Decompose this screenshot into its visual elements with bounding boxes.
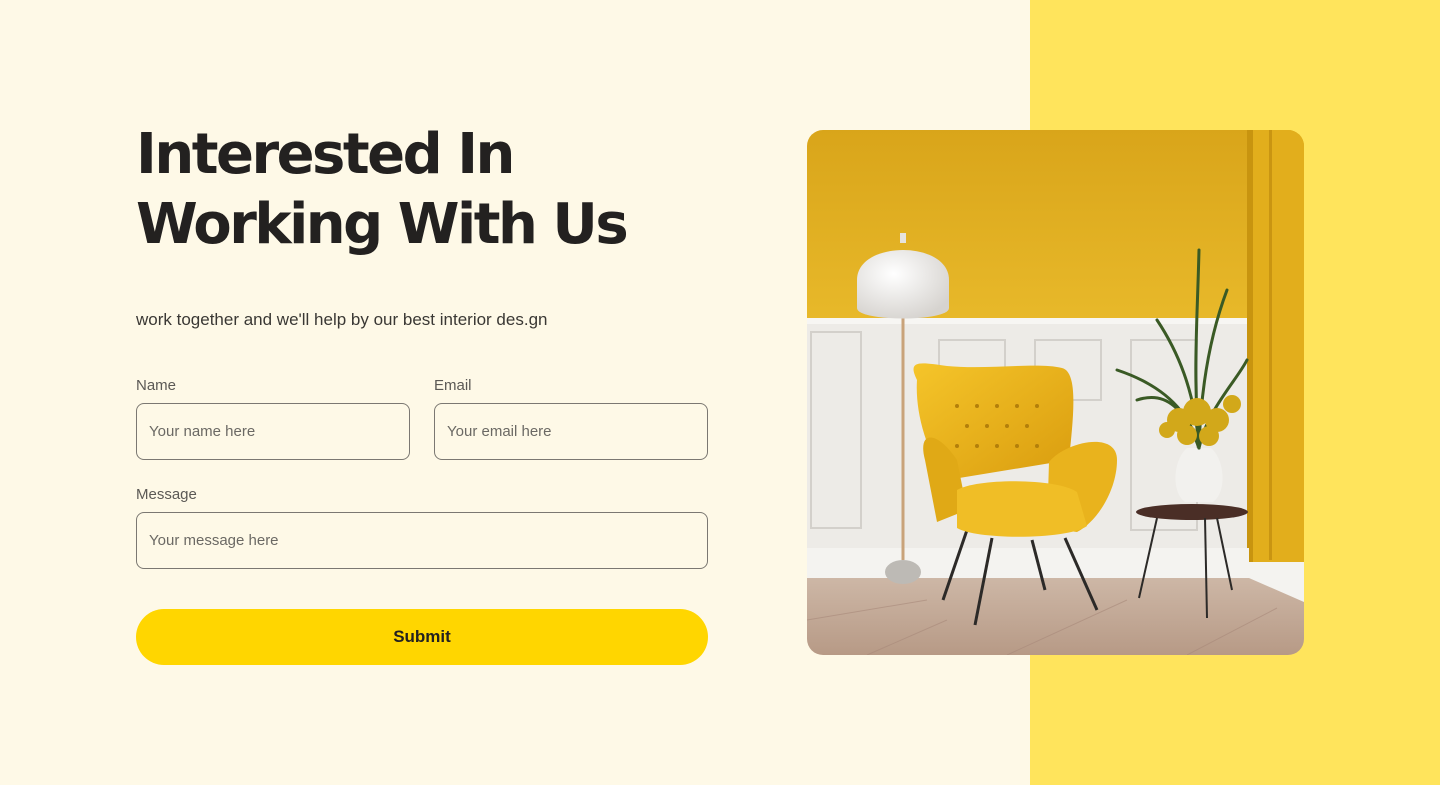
- email-label: Email: [434, 377, 472, 394]
- submit-button[interactable]: Submit: [136, 609, 708, 665]
- interior-photo: [807, 130, 1304, 655]
- page-subtitle: work together and we'll help by our best…: [136, 310, 548, 329]
- name-label: Name: [136, 377, 177, 394]
- page-title-line-2: Working With Us: [136, 192, 629, 257]
- page-title: Interested In Working With Us: [136, 120, 629, 260]
- name-input[interactable]: [136, 403, 410, 460]
- email-input[interactable]: [434, 403, 708, 460]
- page-title-line-1: Interested In: [136, 122, 515, 187]
- message-input[interactable]: [136, 512, 708, 569]
- message-label: Message: [136, 486, 197, 503]
